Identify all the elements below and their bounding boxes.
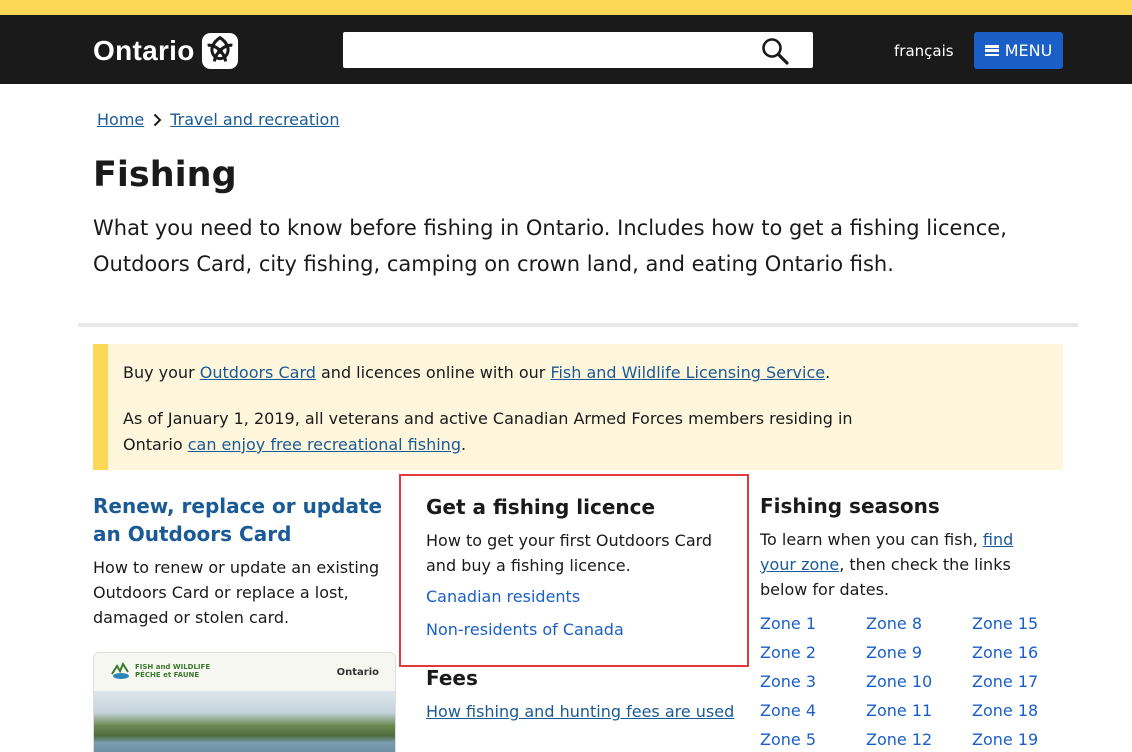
zone-link[interactable]: Zone 16	[972, 643, 1062, 663]
zone-link[interactable]: Zone 12	[866, 730, 972, 750]
image-logo-line-1: FISH and WILDLIFE	[135, 663, 211, 671]
zone-link[interactable]: Zone 1	[760, 614, 866, 634]
hamburger-icon	[984, 45, 999, 56]
callout-text: .	[825, 363, 831, 382]
outdoors-card-link[interactable]: Outdoors Card	[200, 363, 316, 382]
zone-link[interactable]: Zone 11	[866, 701, 972, 721]
menu-button-label: MENU	[1004, 41, 1053, 60]
seasons-card-description: To learn when you can fish, find your zo…	[760, 527, 1050, 602]
fees-title: Fees	[426, 666, 478, 690]
trillium-icon	[201, 32, 238, 70]
page-title: Fishing	[93, 155, 237, 195]
zone-link[interactable]: Zone 15	[972, 614, 1062, 634]
zone-link[interactable]: Zone 9	[866, 643, 972, 663]
breadcrumb: Home Travel and recreation	[97, 110, 339, 129]
zone-link[interactable]: Zone 19	[972, 730, 1062, 750]
zone-link[interactable]: Zone 18	[972, 701, 1062, 721]
licence-card-title: Get a fishing licence	[426, 495, 656, 519]
search-input[interactable]	[343, 32, 813, 68]
renew-card-description: How to renew or update an existing Outdo…	[93, 558, 380, 627]
ontario-logo[interactable]: Ontario	[93, 31, 239, 71]
site-header: Ontario français MENU	[0, 15, 1132, 84]
callout-paragraph-2: As of January 1, 2019, all veterans and …	[123, 406, 913, 458]
zone-link[interactable]: Zone 17	[972, 672, 1062, 692]
image-logo-line-2: PÊCHE et FAUNE	[135, 671, 200, 679]
licensing-service-link[interactable]: Fish and Wildlife Licensing Service	[550, 363, 825, 382]
callout-text: Buy your	[123, 363, 200, 382]
seasons-card: Fishing seasons To learn when you can fi…	[760, 490, 1050, 602]
callout-text: and licences online with our	[315, 363, 551, 382]
non-residents-link[interactable]: Non-residents of Canada	[426, 620, 736, 639]
zone-link[interactable]: Zone 4	[760, 701, 866, 721]
canadian-residents-link[interactable]: Canadian residents	[426, 587, 736, 606]
renew-card-title-link[interactable]: Renew, replace or update an Outdoors Car…	[93, 492, 393, 548]
licence-links: Canadian residents Non-residents of Cana…	[426, 587, 736, 639]
licence-card-description: How to get your first Outdoors Card and …	[426, 531, 713, 575]
top-accent-stripe	[0, 0, 1132, 15]
outdoors-card-image[interactable]: FISH and WILDLIFE PÊCHE et FAUNE Ontario	[93, 652, 396, 752]
callout-paragraph-1: Buy your Outdoors Card and licences onli…	[123, 360, 913, 386]
page-lede: What you need to know before fishing in …	[93, 216, 1007, 276]
licence-card: Get a fishing licence How to get your fi…	[426, 490, 736, 639]
seasons-card-title: Fishing seasons	[760, 494, 940, 518]
breadcrumb-travel-link[interactable]: Travel and recreation	[170, 110, 339, 129]
language-toggle-link[interactable]: français	[894, 42, 954, 60]
zone-link[interactable]: Zone 8	[866, 614, 972, 634]
info-callout: Buy your Outdoors Card and licences onli…	[93, 344, 1063, 470]
zone-link[interactable]: Zone 5	[760, 730, 866, 750]
seasons-text: To learn when you can fish,	[760, 530, 983, 549]
fees-link[interactable]: How fishing and hunting fees are used	[426, 702, 734, 721]
search-icon[interactable]	[761, 37, 789, 65]
fish-wildlife-text: FISH and WILDLIFE PÊCHE et FAUNE	[135, 663, 210, 679]
zone-link[interactable]: Zone 2	[760, 643, 866, 663]
free-fishing-link[interactable]: can enjoy free recreational fishing	[188, 435, 461, 454]
chevron-right-icon	[154, 113, 162, 126]
outdoors-card-image-header: FISH and WILDLIFE PÊCHE et FAUNE Ontario	[94, 653, 395, 691]
zone-links-grid: Zone 1 Zone 8 Zone 15 Zone 2 Zone 9 Zone…	[760, 614, 1060, 750]
fish-wildlife-icon	[111, 662, 129, 679]
menu-button[interactable]: MENU	[974, 32, 1063, 69]
section-divider	[78, 323, 1078, 327]
zone-link[interactable]: Zone 10	[866, 672, 972, 692]
image-ontario-logo: Ontario	[336, 667, 379, 678]
logo-text: Ontario	[93, 35, 195, 66]
zone-link[interactable]: Zone 3	[760, 672, 866, 692]
renew-card: Renew, replace or update an Outdoors Car…	[93, 490, 393, 630]
fish-wildlife-logo: FISH and WILDLIFE PÊCHE et FAUNE	[110, 662, 210, 680]
lake-landscape-image	[94, 691, 395, 752]
callout-text: .	[460, 435, 467, 454]
breadcrumb-home-link[interactable]: Home	[97, 110, 144, 129]
